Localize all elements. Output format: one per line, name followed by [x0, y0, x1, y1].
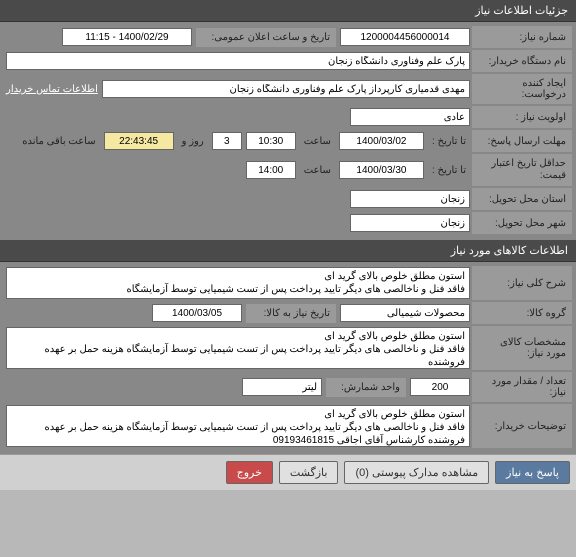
row-creator: ایجاد کننده درخواست: اطلاعات تماس خریدار: [4, 74, 572, 104]
notes-label: توضیحات خریدار:: [472, 404, 572, 448]
qty-input[interactable]: [410, 378, 470, 396]
time-label-2: ساعت: [300, 165, 335, 176]
section1-header: جزئیات اطلاعات نیاز: [0, 0, 576, 22]
group-value-cell: تاریخ نیاز به کالا:: [4, 302, 472, 324]
announce-label: تاریخ و ساعت اعلان عمومی:: [196, 28, 336, 47]
row-group: گروه کالا: تاریخ نیاز به کالا:: [4, 302, 572, 324]
footer-bar: پاسخ به نیاز مشاهده مدارک پیوستی (0) باز…: [0, 454, 576, 490]
row-deadline: مهلت ارسال پاسخ: تا تاریخ : ساعت روز و س…: [4, 130, 572, 152]
contact-link[interactable]: اطلاعات تماس خریدار: [6, 84, 98, 95]
remaining-label: ساعت باقی مانده: [18, 136, 99, 147]
attachments-button[interactable]: مشاهده مدارک پیوستی (0): [344, 461, 489, 484]
province-input[interactable]: [350, 190, 470, 208]
priority-value-cell: [4, 106, 472, 128]
number-label: شماره نیاز:: [472, 26, 572, 48]
row-qty: تعداد / مقدار مورد نیاز: واحد شمارش:: [4, 372, 572, 402]
buyer-input[interactable]: [6, 52, 470, 70]
unit-input[interactable]: [242, 378, 322, 396]
qty-label: تعداد / مقدار مورد نیاز:: [472, 372, 572, 402]
group-input[interactable]: [340, 304, 470, 322]
time-label-1: ساعت: [300, 136, 335, 147]
section2-body: شرح کلی نیاز: گروه کالا: تاریخ نیاز به ک…: [0, 262, 576, 454]
desc-textarea[interactable]: [6, 267, 470, 299]
validity-date-input[interactable]: [339, 161, 424, 179]
city-value-cell: [4, 212, 472, 234]
notes-textarea[interactable]: [6, 405, 470, 447]
validity-label: حداقل تاریخ اعتبار قیمت:: [472, 154, 572, 186]
desc-label: شرح کلی نیاز:: [472, 266, 572, 300]
spec-textarea[interactable]: [6, 327, 470, 369]
until-label: تا تاریخ :: [428, 136, 470, 147]
priority-input[interactable]: [350, 108, 470, 126]
desc-value-cell: [4, 266, 472, 300]
number-value-cell: تاریخ و ساعت اعلان عمومی:: [4, 26, 472, 48]
row-validity: حداقل تاریخ اعتبار قیمت: تا تاریخ : ساعت: [4, 154, 572, 186]
buyer-value-cell: [4, 50, 472, 72]
back-button[interactable]: بازگشت: [279, 461, 339, 484]
spec-value-cell: [4, 326, 472, 370]
priority-label: اولویت نیاز :: [472, 106, 572, 128]
spec-label: مشخصات کالای مورد نیاز:: [472, 326, 572, 370]
row-priority: اولویت نیاز :: [4, 106, 572, 128]
row-province: استان محل تحویل:: [4, 188, 572, 210]
deadline-label: مهلت ارسال پاسخ:: [472, 130, 572, 152]
creator-label: ایجاد کننده درخواست:: [472, 74, 572, 104]
validity-time-input[interactable]: [246, 161, 296, 179]
city-label: شهر محل تحویل:: [472, 212, 572, 234]
days-input[interactable]: [212, 132, 242, 150]
row-notes: توضیحات خریدار:: [4, 404, 572, 448]
section2-header: اطلاعات کالاهای مورد نیاز: [0, 240, 576, 262]
row-number: شماره نیاز: تاریخ و ساعت اعلان عمومی:: [4, 26, 572, 48]
validity-until-label: تا تاریخ :: [428, 165, 470, 176]
deadline-value-cell: تا تاریخ : ساعت روز و ساعت باقی مانده: [4, 130, 472, 152]
unit-label: واحد شمارش:: [326, 378, 406, 397]
province-value-cell: [4, 188, 472, 210]
exit-button[interactable]: خروج: [226, 461, 273, 484]
until-time-input[interactable]: [246, 132, 296, 150]
section1-body: شماره نیاز: تاریخ و ساعت اعلان عمومی: نا…: [0, 22, 576, 240]
creator-input[interactable]: [102, 80, 470, 98]
city-input[interactable]: [350, 214, 470, 232]
validity-value-cell: تا تاریخ : ساعت: [4, 154, 472, 186]
row-buyer: نام دستگاه خریدار:: [4, 50, 572, 72]
row-spec: مشخصات کالای مورد نیاز:: [4, 326, 572, 370]
row-desc: شرح کلی نیاز:: [4, 266, 572, 300]
days-label: روز و: [178, 136, 208, 147]
creator-value-cell: اطلاعات تماس خریدار: [4, 74, 472, 104]
number-input[interactable]: [340, 28, 470, 46]
qty-value-cell: واحد شمارش:: [4, 372, 472, 402]
group-label: گروه کالا:: [472, 302, 572, 324]
buyer-label: نام دستگاه خریدار:: [472, 50, 572, 72]
deadline-label-text: مهلت ارسال پاسخ:: [488, 136, 566, 147]
remaining-time-input: [104, 132, 174, 150]
respond-button[interactable]: پاسخ به نیاز: [495, 461, 570, 484]
group-date-input[interactable]: [152, 304, 242, 322]
group-date-label: تاریخ نیاز به کالا:: [246, 304, 336, 323]
row-city: شهر محل تحویل:: [4, 212, 572, 234]
province-label: استان محل تحویل:: [472, 188, 572, 210]
announce-input[interactable]: [62, 28, 192, 46]
notes-value-cell: [4, 404, 472, 448]
until-date-input[interactable]: [339, 132, 424, 150]
